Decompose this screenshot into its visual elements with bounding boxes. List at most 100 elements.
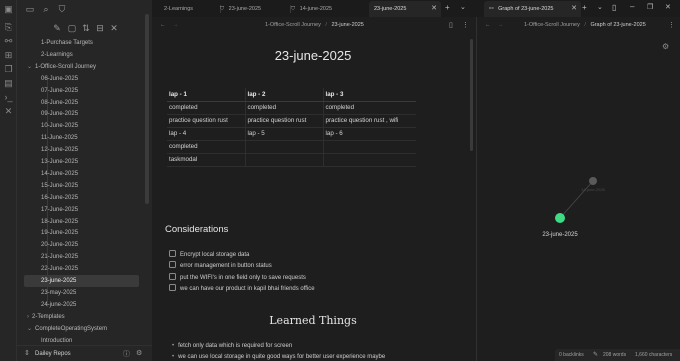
task-checkbox[interactable] — [169, 273, 176, 281]
tree-file[interactable]: 09-June-2025 — [17, 108, 147, 120]
note-title[interactable]: 23-june-2025 — [152, 48, 474, 63]
table-cell[interactable]: completed — [167, 140, 246, 154]
tools-icon[interactable]: ✕ — [3, 106, 14, 117]
tree-folder[interactable]: ⌄ CompleteOperatingSystem — [17, 323, 147, 335]
tab-2-learnings[interactable]: 2-Learnings — [164, 1, 222, 17]
graph-icon[interactable]: ⚯ — [3, 36, 14, 47]
table-cell[interactable] — [245, 140, 324, 154]
tree-file[interactable]: 11-June-2025 — [17, 132, 147, 144]
table-cell[interactable]: practice question rust , wifi — [323, 114, 416, 128]
forward-arrow-icon[interactable]: → — [173, 17, 179, 34]
tree-file[interactable]: 18-June-2025 — [17, 216, 147, 228]
editor-scrollbar[interactable] — [470, 39, 473, 151]
edit-icon[interactable]: ✎ — [593, 349, 598, 361]
chevron-right-icon[interactable]: › — [27, 314, 29, 320]
list-item[interactable]: fetch only data which is required for sc… — [172, 341, 292, 352]
list-item[interactable]: we can use local storage in quite good w… — [172, 352, 385, 361]
breadcrumb-folder[interactable]: 1-Office-Scroll Journey — [265, 22, 321, 28]
folder-icon[interactable]: ▭ — [25, 4, 35, 14]
task-checkbox[interactable] — [169, 261, 176, 269]
new-tab-icon[interactable]: + — [582, 3, 587, 12]
reading-view-icon[interactable]: ▯ — [449, 17, 453, 34]
window-close-icon[interactable]: ✕ — [665, 3, 671, 11]
help-icon[interactable]: ⓘ — [123, 349, 130, 359]
table-cell[interactable]: completed — [167, 101, 246, 115]
task-checkbox[interactable] — [169, 284, 176, 292]
tree-folder[interactable]: › 2-Templates — [17, 311, 147, 323]
tree-file[interactable]: 07-June-2025 — [17, 85, 147, 97]
chevron-down-icon[interactable]: ⌄ — [597, 3, 603, 11]
table-cell[interactable] — [323, 140, 416, 154]
tree-file[interactable]: 22-June-2025 — [17, 263, 147, 275]
tree-file[interactable]: 1-Purchase Targets — [17, 37, 147, 49]
chevron-down-icon[interactable]: ⌄ — [27, 326, 32, 332]
collapse-all-icon[interactable]: ⊟ — [95, 23, 105, 33]
command-icon[interactable]: ›_ — [3, 92, 14, 103]
tree-file[interactable]: 23-may-2025 — [17, 287, 147, 299]
graph-canvas[interactable]: 14-june-2025 23-june-2025 — [477, 17, 680, 361]
tree-folder[interactable]: ⌄ 1-Office-Scroll Journey — [17, 61, 147, 73]
tree-file[interactable]: 21-June-2025 — [17, 251, 147, 263]
table-cell[interactable]: completed — [323, 101, 416, 115]
table-cell[interactable] — [245, 153, 324, 167]
sidebar-right-icon[interactable]: ▯ — [612, 3, 616, 12]
considerations-heading[interactable]: Considerations — [165, 224, 228, 235]
maximize-icon[interactable]: ❐ — [647, 3, 653, 11]
tree-file[interactable]: 19-June-2025 — [17, 227, 147, 239]
table-header-cell[interactable]: lap - 1 — [167, 88, 246, 102]
settings-icon[interactable]: ⚙ — [136, 349, 142, 357]
task-text[interactable]: put the WIFI's in one field only to save… — [180, 275, 306, 281]
graph-node-faded[interactable] — [589, 177, 597, 185]
bookmark-icon[interactable]: ⛉ — [57, 4, 67, 14]
breadcrumb-file[interactable]: 23-june-2025 — [331, 22, 363, 28]
chevron-down-icon[interactable]: ⌄ — [27, 64, 32, 70]
close-tab-icon[interactable]: ✕ — [431, 1, 437, 17]
task-text[interactable]: error management in button status — [180, 263, 272, 269]
graph-node-current[interactable] — [555, 213, 565, 223]
task-text[interactable]: we can have our product in kapil bhai fr… — [180, 286, 315, 292]
close-tab-icon[interactable]: ✕ — [571, 1, 577, 17]
task-checkbox[interactable] — [169, 250, 176, 258]
tree-file[interactable]: 13-June-2025 — [17, 156, 147, 168]
table-cell[interactable]: lap - 6 — [323, 127, 416, 141]
sort-icon[interactable]: ⇅ — [81, 23, 91, 33]
table-cell[interactable]: practice question rust — [167, 114, 246, 128]
tab-graph[interactable]: ⚯ Graph of 23-june-2025 ✕ — [484, 1, 581, 17]
tree-file[interactable]: 06-June-2025 — [17, 73, 147, 85]
sidebar-scrollbar[interactable] — [145, 14, 149, 204]
tree-file[interactable]: 14-June-2025 — [17, 168, 147, 180]
table-header-cell[interactable]: lap - 2 — [245, 88, 324, 102]
tree-file[interactable]: 16-June-2025 — [17, 192, 147, 204]
search-icon[interactable]: ⌕ — [41, 4, 51, 14]
files-icon[interactable]: ⎘ — [3, 22, 14, 33]
tree-file[interactable]: 12-June-2025 — [17, 144, 147, 156]
table-cell[interactable]: completed — [245, 101, 324, 115]
tree-file[interactable]: 24-june-2025 — [17, 299, 147, 311]
vault-switcher[interactable]: ⇕ Dailey Repos ⓘ ⚙ — [17, 345, 152, 361]
pages-icon[interactable]: ❐ — [3, 64, 14, 75]
task-text[interactable]: Encrypt local storage data — [180, 252, 249, 258]
canvas-icon[interactable]: ⊞ — [3, 50, 14, 61]
table-cell[interactable]: practice question rust — [245, 114, 324, 128]
learned-things-heading[interactable]: Learned Things — [152, 314, 474, 327]
minimize-icon[interactable]: – — [630, 2, 634, 11]
tab-23-june-2025-active[interactable]: 23-june-2025 ✕ — [369, 1, 441, 17]
tab-14-june-2025[interactable]: ⛉ 14-june-2025 — [291, 1, 359, 17]
table-cell[interactable]: taskmodal — [167, 153, 246, 167]
tree-file[interactable]: 23-june-2025 — [24, 275, 139, 287]
tab-23-june-2025-a[interactable]: ⛉ 23-june-2025 — [220, 1, 288, 17]
chevron-down-icon[interactable]: ⌄ — [460, 3, 466, 11]
tree-file[interactable]: 15-June-2025 — [17, 180, 147, 192]
lap-table[interactable]: lap - 1 lap - 2 lap - 3 completed comple… — [167, 88, 416, 167]
table-cell[interactable]: lap - 4 — [167, 127, 246, 141]
tree-file[interactable]: 20-June-2025 — [17, 239, 147, 251]
calendar-icon[interactable]: ▤ — [3, 78, 14, 89]
close-icon[interactable]: ✕ — [109, 23, 119, 33]
sidebar-toggle-icon[interactable]: ▣ — [3, 4, 14, 15]
tree-file[interactable]: 10-June-2025 — [17, 120, 147, 132]
table-header-cell[interactable]: lap - 3 — [323, 88, 416, 102]
back-arrow-icon[interactable]: ← — [160, 17, 166, 34]
backlinks-count[interactable]: 0 backlinks — [559, 349, 584, 361]
tree-file[interactable]: 08-June-2025 — [17, 97, 147, 109]
new-note-icon[interactable]: ✎ — [52, 23, 62, 33]
